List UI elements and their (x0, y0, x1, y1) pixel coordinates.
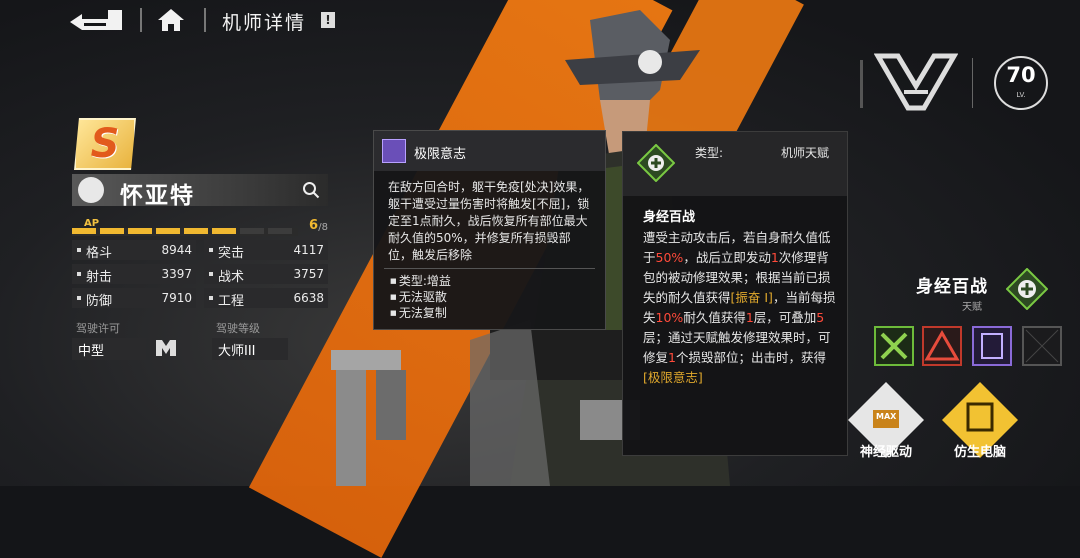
divider (384, 268, 595, 269)
stat-row: 战术 3757 (204, 264, 328, 285)
ap-segment (268, 228, 292, 234)
talent-panel-sub: 天赋 (962, 302, 982, 313)
ap-card-icon (981, 333, 1003, 359)
ap-segment (240, 228, 264, 234)
stat-label: 战术 (208, 266, 244, 285)
max-badge: MAX (876, 412, 897, 421)
license-value: 中型 (72, 338, 146, 360)
divider (204, 8, 206, 32)
module-bionic-computer[interactable]: 仿生电脑 (940, 380, 1020, 460)
ap-bar: AP 6 /8 (72, 218, 328, 236)
stat-value: 6638 (293, 291, 324, 305)
ap-segment (100, 228, 124, 234)
willpower-icon (382, 139, 406, 163)
stat-value: 3757 (293, 267, 324, 281)
stat-label: 工程 (208, 290, 244, 309)
talent-panel-name: 身经百战 (916, 277, 988, 297)
module-label: 神经驱动 (859, 445, 912, 460)
search-icon[interactable] (302, 181, 320, 199)
stat-row: 突击 4117 (204, 240, 328, 261)
back-arrow-icon[interactable] (68, 8, 124, 32)
stat-value: 8944 (161, 243, 192, 257)
ap-max: /8 (318, 222, 328, 233)
home-icon[interactable] (156, 7, 186, 33)
divider (972, 58, 973, 108)
skill-tags: 类型:增益 无法驱散 无法复制 (374, 273, 605, 321)
wrench-icon (880, 332, 908, 360)
ap-current: 6 (308, 218, 318, 233)
empty-slot-icon (1025, 329, 1059, 363)
stat-label: 格斗 (76, 242, 112, 261)
fist-icon (78, 177, 104, 203)
divider (140, 8, 142, 32)
skill-tag: 无法驱散 (390, 289, 605, 305)
skill-description: 在敌方回合时，躯干免疫[处决]效果，躯干遭受过量伤害时将触发[不屈]，锁定至1点… (388, 180, 590, 262)
talent-tooltip-header: 类型: 机师天赋 (623, 132, 847, 196)
talent-icon (637, 144, 675, 182)
talent-panel-icon[interactable] (1006, 268, 1048, 310)
talent-type-value: 机师天赋 (780, 146, 829, 160)
stat-label: 防御 (76, 290, 112, 309)
pilot-name-bar: 怀亚特 (72, 174, 328, 209)
stat-row: 射击 3397 (72, 264, 196, 285)
ap-segment (212, 228, 236, 234)
ap-segment (184, 228, 208, 234)
page-title: 机师详情 (222, 12, 307, 34)
stat-label: 射击 (76, 266, 112, 285)
license-logo-icon (156, 340, 176, 356)
talent-tooltip: 类型: 机师天赋 身经百战 遭受主动攻击后，若自身耐久值低于50%，战后立即发动… (622, 131, 848, 456)
level-badge: 70 LV. (994, 56, 1048, 110)
stat-row: 工程 6638 (204, 288, 328, 309)
stat-value: 3397 (161, 267, 192, 281)
frame-accent (860, 60, 863, 108)
faction-logo-icon (874, 53, 958, 111)
pilot-name: 怀亚特 (120, 183, 195, 209)
level-unit: LV. (1016, 91, 1026, 99)
stat-value: 7910 (161, 291, 192, 305)
skill-slot-empty[interactable] (1022, 326, 1062, 366)
stat-row: 防御 7910 (72, 288, 196, 309)
rank-label: S (90, 121, 120, 167)
license-label: 驾驶许可 (76, 322, 120, 335)
rank-badge: S (74, 118, 136, 170)
module-neural-drive[interactable]: MAX 神经驱动 (846, 380, 926, 460)
grade-value: 大师III (212, 338, 288, 360)
ap-segment (128, 228, 152, 234)
skill-title: 极限意志 (414, 147, 467, 162)
stat-label: 突击 (208, 242, 244, 261)
ap-segment (72, 228, 96, 234)
talent-description: 遭受主动攻击后，若自身耐久值低于50%，战后立即发动1次修理背包的被动修理效果；… (643, 230, 836, 385)
info-icon[interactable]: ! (321, 12, 335, 28)
skill-tag: 类型:增益 (390, 273, 605, 289)
stat-row: 格斗 8944 (72, 240, 196, 261)
talent-type-label: 类型: (695, 146, 724, 160)
skill-tooltip-header: 极限意志 (374, 131, 605, 171)
top-bar: 机师详情 ! (0, 0, 400, 40)
skill-slot-ap[interactable] (972, 326, 1012, 366)
skill-tag: 无法复制 (390, 305, 605, 321)
skill-tooltip: 极限意志 在敌方回合时，躯干免疫[处决]效果，躯干遭受过量伤害时将触发[不屈]，… (373, 130, 606, 330)
skill-slot-warning[interactable] (922, 326, 962, 366)
grade-label: 驾驶等级 (216, 322, 260, 335)
weapon-art (331, 350, 406, 486)
module-label: 仿生电脑 (953, 445, 1006, 460)
level-value: 70 (1006, 63, 1036, 87)
ap-segment (156, 228, 180, 234)
warning-icon (924, 329, 960, 361)
talent-name: 身经百战 (643, 210, 696, 225)
skill-slot-repair[interactable] (874, 326, 914, 366)
stat-value: 4117 (293, 243, 324, 257)
